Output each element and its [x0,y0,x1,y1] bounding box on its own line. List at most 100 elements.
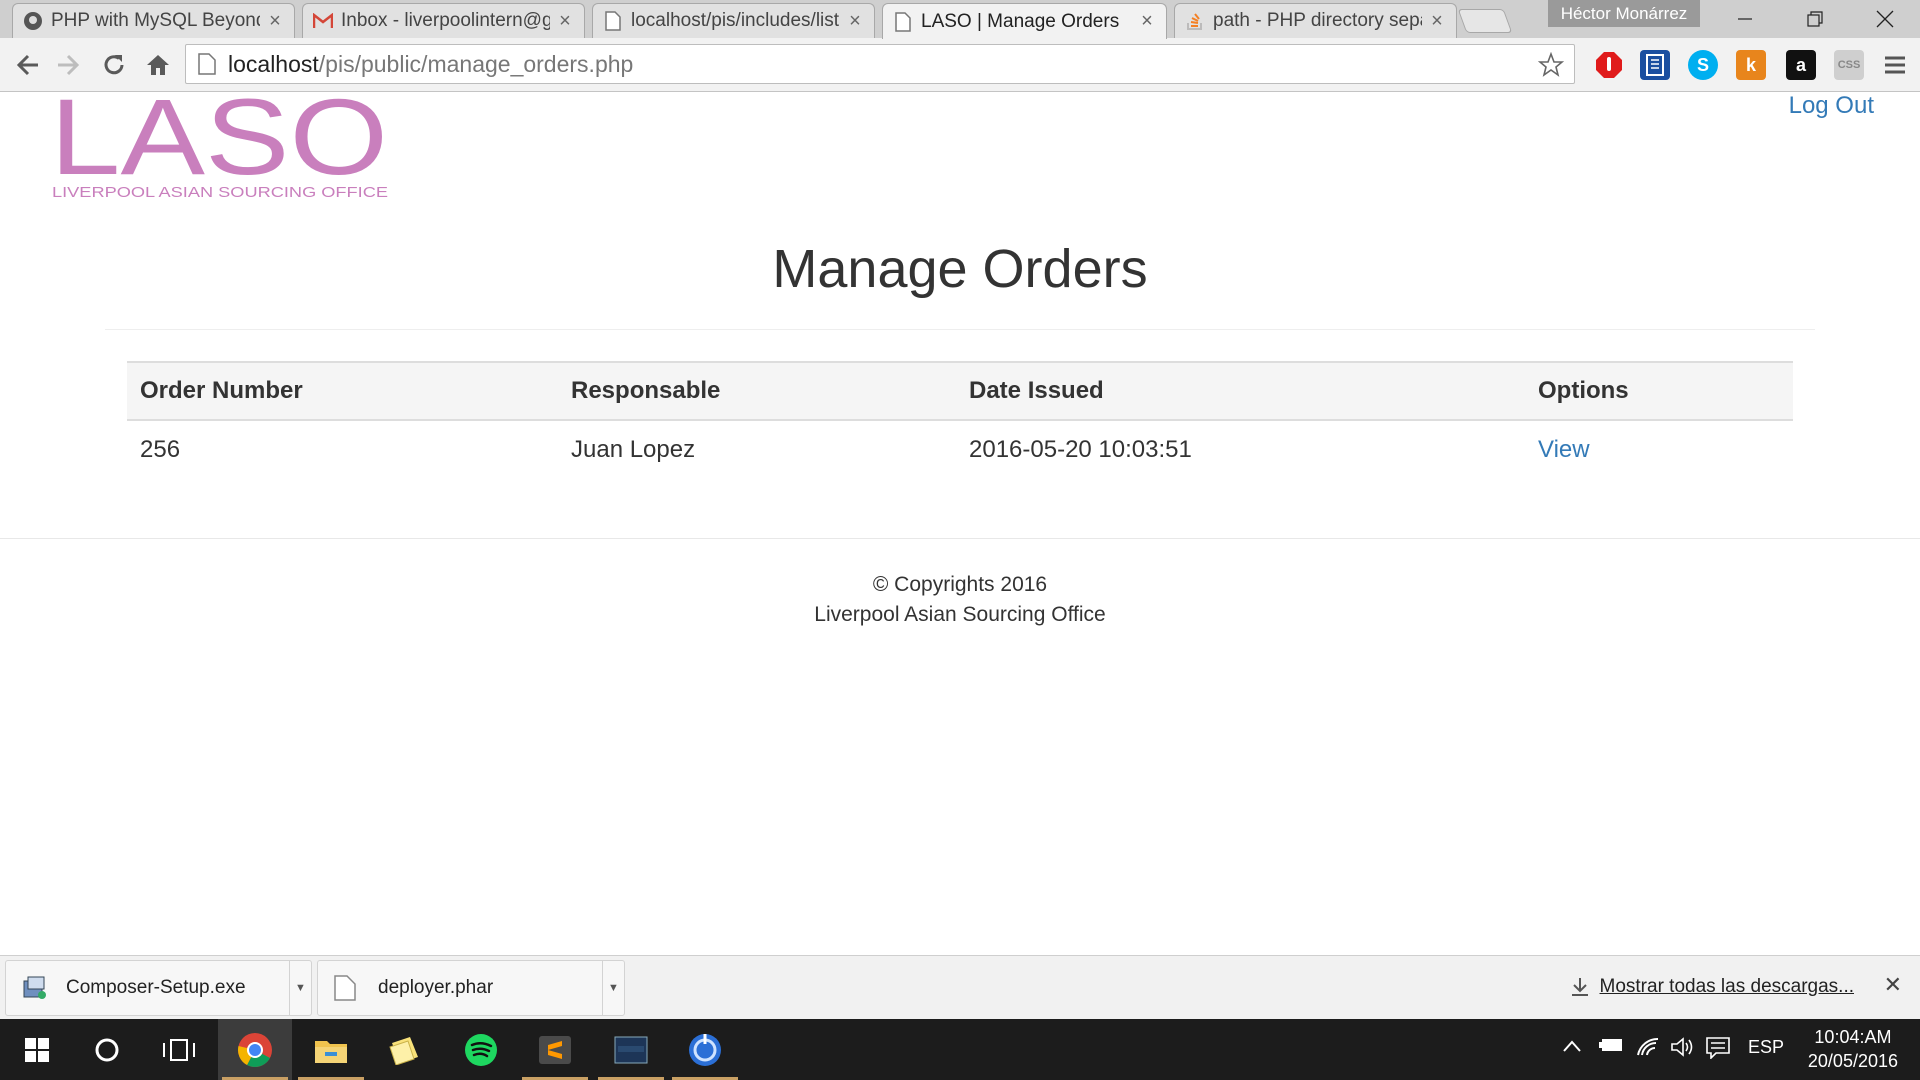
url-path: /pis/public/manage_orders.php [318,50,634,77]
forward-button[interactable] [48,46,88,84]
close-window-button[interactable] [1850,0,1920,38]
divider [0,538,1920,539]
download-filename: Composer-Setup.exe [66,977,246,998]
column-header-options: Options [1538,377,1629,404]
tab-inbox[interactable]: Inbox - liverpoolintern@g × [302,3,585,38]
page-icon [603,11,623,31]
battery-icon[interactable] [1598,1037,1624,1058]
company-name-text: Liverpool Asian Sourcing Office [814,603,1106,626]
column-header-date-issued: Date Issued [969,377,1104,404]
taskbar-spotify[interactable] [444,1019,518,1080]
show-all-downloads-link[interactable]: Mostrar todas las descargas... [1570,976,1854,998]
sublime-text-icon [539,1035,571,1064]
hamburger-menu-icon [1885,56,1905,74]
page-footer: © Copyrights 2016 Liverpool Asian Sourci… [0,570,1920,630]
profile-user-badge[interactable]: Héctor Monárrez [1548,0,1700,27]
minimize-button[interactable] [1710,0,1780,38]
tab-path-php[interactable]: path - PHP directory separ × [1174,3,1457,38]
reader-extension-icon[interactable] [1640,50,1670,80]
taskbar-mysql-workbench[interactable] [594,1019,668,1080]
taskbar-chrome[interactable] [218,1019,292,1080]
tab-title: Inbox - liverpoolintern@g [341,10,550,31]
table-header-row: Order Number Responsable Date Issued Opt… [127,362,1793,420]
chevron-down-icon[interactable]: ▼ [602,960,624,1016]
tab-title: path - PHP directory separ [1213,10,1422,31]
chevron-down-icon[interactable]: ▼ [289,960,311,1016]
minimize-icon [1738,18,1752,20]
taskbar-clock[interactable]: 10:04:AM 20/05/2016 [1808,1025,1898,1073]
klout-extension-icon[interactable]: k [1736,50,1766,80]
cortana-circle-icon [95,1038,119,1061]
page-content: LASO LIVERPOOL ASIAN SOURCING OFFICE Log… [0,76,1920,955]
app-globe-icon [689,1033,721,1066]
taskbar-sublime-text[interactable] [518,1019,592,1080]
download-filename: deployer.phar [378,977,494,998]
amazon-extension-icon[interactable]: a [1786,50,1816,80]
url-host: localhost [228,50,319,77]
adblock-extension-icon[interactable] [1594,50,1624,80]
close-icon[interactable]: × [1138,10,1156,33]
volume-icon[interactable] [1670,1037,1694,1062]
wifi-icon[interactable] [1636,1037,1660,1062]
tab-strip: PHP with MySQL Beyond t × Inbox - liverp… [0,0,1920,39]
back-arrow-icon [16,54,38,76]
download-item-composer[interactable]: Composer-Setup.exe ▼ [5,960,312,1016]
view-order-link[interactable]: View [1538,436,1590,463]
close-icon [1876,10,1894,28]
page-title: Manage Orders [772,239,1148,299]
options-cell: View [1525,420,1793,478]
taskbar-file-explorer[interactable] [294,1019,368,1080]
bookmark-star-icon[interactable] [1538,52,1564,78]
orders-table: Order Number Responsable Date Issued Opt… [127,361,1793,478]
reload-button[interactable] [94,46,134,84]
logo-text: LASO [50,94,388,197]
close-icon[interactable]: × [846,10,864,33]
tab-includes-list[interactable]: localhost/pis/includes/list × [592,3,875,38]
column-header-order-number: Order Number [140,377,303,404]
order-number-cell: 256 [140,435,181,463]
start-button[interactable] [0,1019,74,1080]
tab-manage-orders[interactable]: LASO | Manage Orders × [882,3,1167,39]
tab-title: localhost/pis/includes/list [631,10,840,31]
folder-icon [315,1040,347,1063]
copyright-text: © Copyrights 2016 [872,573,1048,596]
logout-link[interactable]: Log Out [1789,92,1874,120]
date-issued-cell: 2016-05-20 10:03:51 [969,435,1192,463]
home-button[interactable] [138,46,178,84]
file-icon [334,975,356,1001]
page-icon [893,11,913,32]
installer-file-icon [23,976,46,999]
new-tab-button[interactable] [1457,9,1513,33]
download-item-deployer[interactable]: deployer.phar ▼ [317,960,625,1016]
show-hidden-icons-chevron-icon[interactable] [1562,1037,1582,1058]
back-button[interactable] [8,46,48,84]
stackoverflow-icon [1185,11,1205,31]
laso-logo[interactable]: LASO LIVERPOOL ASIAN SOURCING OFFICE [50,76,390,207]
browser-toolbar: localhost/pis/public/manage_orders.php S… [0,38,1920,92]
css-extension-icon[interactable]: CSS [1834,50,1864,80]
column-header-responsable: Responsable [571,377,721,404]
close-icon[interactable]: × [556,10,574,33]
sticky-notes-icon [389,1036,418,1065]
close-icon[interactable]: × [1428,10,1446,33]
spotify-icon [465,1033,497,1066]
restore-button[interactable] [1780,0,1850,38]
chrome-menu-button[interactable] [1880,50,1910,80]
gmail-icon [313,11,333,31]
page-icon [198,53,216,75]
close-icon[interactable]: × [266,10,284,33]
taskbar-sticky-notes[interactable] [368,1019,442,1080]
action-center-icon[interactable] [1706,1037,1730,1064]
close-icon[interactable]: ✕ [1884,972,1902,998]
input-language-indicator[interactable]: ESP [1748,1037,1784,1058]
logo-subtitle: LIVERPOOL ASIAN SOURCING OFFICE [52,184,388,201]
download-shelf: Composer-Setup.exe ▼ deployer.phar ▼ Mos… [0,955,1920,1019]
tab-php-mysql[interactable]: PHP with MySQL Beyond t × [12,3,295,38]
task-view-button[interactable] [142,1019,216,1080]
windows-logo-icon [25,1037,49,1062]
reload-icon [104,55,124,75]
cortana-button[interactable] [70,1019,144,1080]
skype-extension-icon[interactable]: S [1688,50,1718,80]
taskbar-app[interactable] [668,1019,742,1080]
address-bar[interactable]: localhost/pis/public/manage_orders.php [185,44,1575,84]
